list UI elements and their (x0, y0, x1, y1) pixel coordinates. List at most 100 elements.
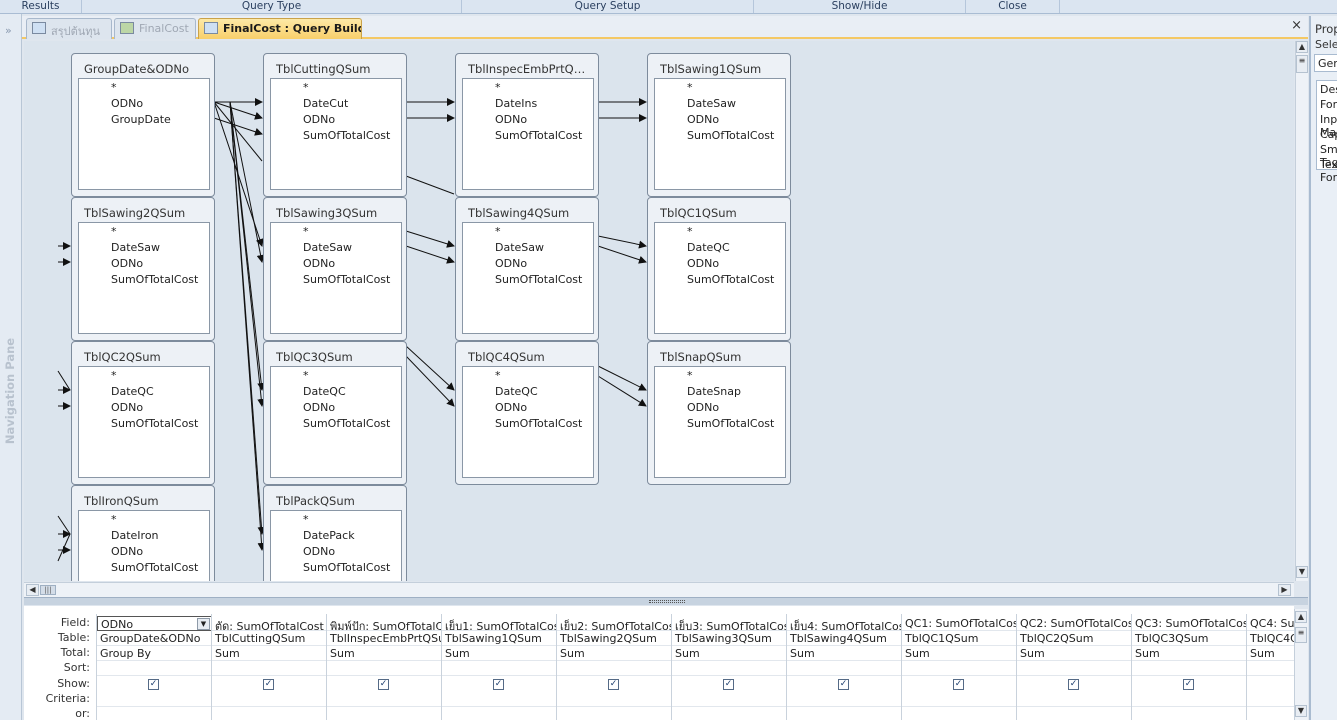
table-box-qc1[interactable]: TblQC1QSum * DateQC ODNo SumOfTotalCost (647, 197, 791, 341)
criteria-cell[interactable] (97, 692, 212, 707)
sort-cell[interactable] (97, 661, 212, 676)
navigation-pane-label[interactable]: Navigation Pane (3, 336, 17, 446)
show-checkbox[interactable]: ✓ (263, 679, 274, 690)
grid-column[interactable]: เย็บ2: SumOfTotalCost TblSawing2QSum Sum… (556, 614, 672, 720)
table-cell[interactable]: TblQC1QSum (902, 631, 1017, 646)
field-item[interactable]: DateSnap (687, 385, 741, 398)
field-cell[interactable]: เย็บ2: SumOfTotalCost (557, 616, 672, 631)
criteria-cell[interactable] (902, 692, 1017, 707)
field-item[interactable]: * (495, 81, 501, 94)
field-cell[interactable]: พิมพ์ปัก: SumOfTotalCost (327, 616, 442, 631)
scroll-up-icon[interactable]: ▲ (1296, 41, 1308, 53)
or-cell[interactable] (1017, 707, 1132, 720)
table-box-groupdate-odno[interactable]: GroupDate&ODNo * ODNo GroupDate (71, 53, 215, 197)
tab-finalcost-table[interactable]: FinalCost (114, 18, 196, 39)
field-item[interactable]: * (495, 225, 501, 238)
total-cell[interactable]: Sum (1132, 646, 1247, 661)
splitter-grip-icon[interactable] (649, 600, 685, 603)
or-cell[interactable] (212, 707, 327, 720)
tab-summary-query[interactable]: สรุปต้นทุน (26, 18, 112, 39)
field-item[interactable]: ODNo (111, 257, 143, 270)
field-list[interactable]: * DateSaw ODNo SumOfTotalCost (270, 222, 402, 334)
field-item[interactable]: * (303, 81, 309, 94)
table-box-title[interactable]: TblSawing3QSum (276, 206, 400, 220)
sort-cell[interactable] (1247, 661, 1294, 676)
field-list[interactable]: * DateSaw ODNo SumOfTotalCost (462, 222, 594, 334)
table-box-title[interactable]: TblQC1QSum (660, 206, 784, 220)
table-box-sawing4[interactable]: TblSawing4QSum * DateSaw ODNo SumOfTotal… (455, 197, 599, 341)
field-item[interactable]: * (111, 513, 117, 526)
field-item[interactable]: * (303, 513, 309, 526)
table-box-title[interactable]: TblSnapQSum (660, 350, 784, 364)
or-cell[interactable] (327, 707, 442, 720)
field-item[interactable]: ODNo (303, 257, 335, 270)
table-box-snap[interactable]: TblSnapQSum * DateSnap ODNo SumOfTotalCo… (647, 341, 791, 485)
grid-column[interactable]: QC2: SumOfTotalCost TblQC2QSum Sum ✓ (1016, 614, 1132, 720)
or-cell[interactable] (902, 707, 1017, 720)
field-item[interactable]: ODNo (495, 113, 527, 126)
field-item[interactable]: SumOfTotalCost (303, 129, 390, 142)
table-cell[interactable]: TblSawing1QSum (442, 631, 557, 646)
property-sheet[interactable]: Property Sheet Selection type: Query Pro… (1309, 16, 1337, 720)
field-list[interactable]: * DateCut ODNo SumOfTotalCost (270, 78, 402, 190)
field-item[interactable]: * (687, 225, 693, 238)
field-item[interactable]: SumOfTotalCost (303, 273, 390, 286)
dropdown-arrow-icon[interactable]: ▼ (197, 618, 210, 630)
field-item[interactable]: ODNo (111, 97, 143, 110)
field-cell[interactable]: เย็บ4: SumOfTotalCost (787, 616, 902, 631)
field-item[interactable]: ODNo (495, 401, 527, 414)
field-cell[interactable]: เย็บ3: SumOfTotalCost (672, 616, 787, 631)
table-box-pack[interactable]: TblPackQSum * DatePack ODNo SumOfTotalCo… (263, 485, 407, 581)
grid-column[interactable]: เย็บ1: SumOfTotalCost TblSawing1QSum Sum… (441, 614, 557, 720)
property-row[interactable]: Text Format (1320, 158, 1337, 184)
table-cell[interactable]: TblSawing4QSum (787, 631, 902, 646)
canvas-horizontal-scrollbar[interactable]: ◀ ||| ▶ (24, 582, 1294, 597)
show-checkbox[interactable]: ✓ (493, 679, 504, 690)
field-item[interactable]: ODNo (303, 401, 335, 414)
scroll-right-icon[interactable]: ▶ (1278, 584, 1291, 596)
field-item[interactable]: DatePack (303, 529, 355, 542)
show-checkbox[interactable]: ✓ (723, 679, 734, 690)
field-item[interactable]: ODNo (303, 545, 335, 558)
field-item[interactable]: SumOfTotalCost (687, 417, 774, 430)
show-checkbox[interactable]: ✓ (148, 679, 159, 690)
field-item[interactable]: GroupDate (111, 113, 171, 126)
field-list[interactable]: * DateSnap ODNo SumOfTotalCost (654, 366, 786, 478)
grid-column[interactable]: ODNo ▼ GroupDate&ODNo Group By ✓ (96, 614, 212, 720)
show-checkbox[interactable]: ✓ (838, 679, 849, 690)
grid-column[interactable]: พิมพ์ปัก: SumOfTotalCost TblInspecEmbPrt… (326, 614, 442, 720)
field-item[interactable]: ODNo (495, 257, 527, 270)
field-item[interactable]: DateIron (111, 529, 159, 542)
or-cell[interactable] (557, 707, 672, 720)
field-item[interactable]: ODNo (111, 401, 143, 414)
sort-cell[interactable] (557, 661, 672, 676)
field-item[interactable]: * (687, 369, 693, 382)
show-checkbox[interactable]: ✓ (378, 679, 389, 690)
table-box-title[interactable]: TblQC2QSum (84, 350, 208, 364)
sort-cell[interactable] (672, 661, 787, 676)
field-list[interactable]: * DatePack ODNo SumOfTotalCost (270, 510, 402, 581)
table-box-title[interactable]: GroupDate&ODNo (84, 62, 208, 76)
grid-column[interactable]: QC3: SumOfTotalCost TblQC3QSum Sum ✓ (1131, 614, 1247, 720)
total-cell[interactable]: Sum (327, 646, 442, 661)
total-cell[interactable]: Sum (1017, 646, 1132, 661)
field-item[interactable]: DateSaw (111, 241, 160, 254)
sort-cell[interactable] (327, 661, 442, 676)
table-box-title[interactable]: TblInspecEmbPrtQSu... (468, 62, 592, 76)
field-cell[interactable]: QC4: SumOfTotalCost (1247, 616, 1294, 631)
criteria-cell[interactable] (672, 692, 787, 707)
field-item[interactable]: ODNo (687, 113, 719, 126)
criteria-cell[interactable] (1247, 692, 1294, 707)
field-item[interactable]: * (111, 81, 117, 94)
field-item[interactable]: * (303, 225, 309, 238)
field-item[interactable]: DateQC (111, 385, 154, 398)
or-cell[interactable] (442, 707, 557, 720)
grid-column[interactable]: QC4: SumOfTotalCost TblQC4QSum Sum (1246, 614, 1294, 720)
field-item[interactable]: DateQC (687, 241, 730, 254)
sort-cell[interactable] (902, 661, 1017, 676)
total-cell[interactable]: Sum (902, 646, 1017, 661)
field-cell[interactable]: QC3: SumOfTotalCost (1132, 616, 1247, 631)
table-box-title[interactable]: TblQC4QSum (468, 350, 592, 364)
grid-column[interactable]: เย็บ3: SumOfTotalCost TblSawing3QSum Sum… (671, 614, 787, 720)
field-item[interactable]: DateSaw (303, 241, 352, 254)
